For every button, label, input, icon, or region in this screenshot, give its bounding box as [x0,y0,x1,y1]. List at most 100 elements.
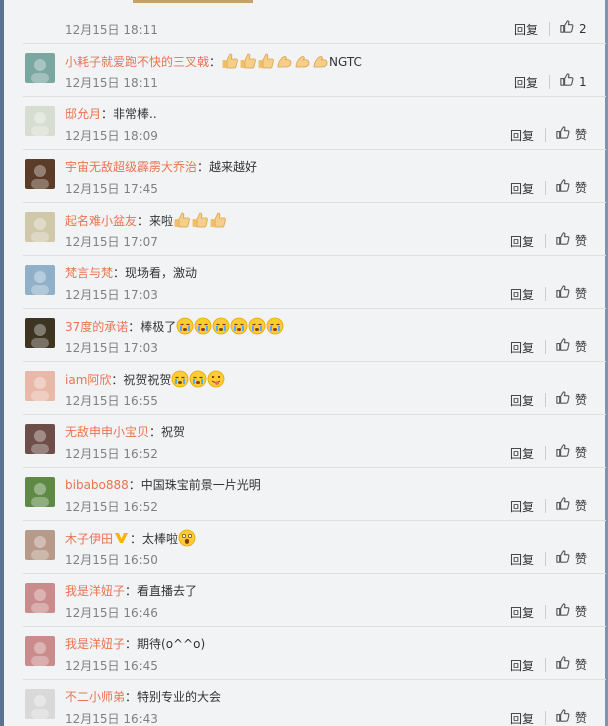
username-link[interactable]: iam阿欣 [65,373,111,387]
avatar[interactable] [25,318,55,348]
avatar[interactable] [25,371,55,401]
username-link[interactable]: bibabo888 [65,478,129,492]
reply-button[interactable]: 回复 [510,499,534,515]
avatar[interactable] [25,212,55,242]
username-link[interactable]: 小耗子就爱跑不快的三叉戟 [65,55,209,69]
comment-item: 宇宙无敌超级霹雳大乔治：越来越好 12月15日 17:45 回复 赞 [23,149,606,203]
reply-button[interactable]: 回复 [510,181,534,197]
action-divider [545,658,546,672]
reply-button[interactable]: 回复 [514,22,538,38]
reply-button[interactable]: 回复 [510,234,534,250]
username-link[interactable]: 邸允月 [65,107,101,121]
username-link[interactable]: 无敌申申小宝贝 [65,425,149,439]
comment-line: 邸允月：非常棒.. [65,105,157,123]
username-link[interactable]: 不二小师弟 [65,690,125,704]
action-divider [545,234,546,248]
like-count: 赞 [575,658,588,672]
comment-text: NGTC [329,55,362,69]
avatar[interactable] [25,53,55,83]
avatar[interactable] [25,265,55,295]
thumbs-up-icon [555,708,575,726]
username-link[interactable]: 我是洋妞子 [65,637,125,651]
username-link[interactable]: 37度的承诺 [65,320,128,334]
reply-button[interactable]: 回复 [510,552,534,568]
comment-line: 我是洋妞子：期待(o^^o) [65,635,205,653]
thumbs-up-icon [555,443,575,463]
thumbs-up-icon [555,390,575,410]
avatar[interactable] [25,159,55,189]
like-count: 赞 [575,393,588,407]
username-link[interactable]: 梵言与梵 [65,266,113,280]
comment-text: ：中国珠宝前景一片光明 [128,478,261,492]
reply-button[interactable]: 回复 [514,75,538,91]
comment-item: iam阿欣：祝贺祝贺 12月15日 16:55 回复 赞 [23,361,606,415]
comment-text: ：棒极了 [128,320,177,334]
comment-time: 12月15日 16:46 [65,606,158,620]
comment-text: ：现场看，激动 [113,266,198,280]
flex-arm-icon [275,55,293,69]
flex-arm-icon [311,55,329,69]
thumbs-up-icon [555,337,575,357]
like-button[interactable]: 赞 [555,126,587,144]
thumbs-up-icon [239,53,257,69]
like-count: 赞 [575,446,588,460]
like-button[interactable]: 赞 [555,232,587,250]
like-button[interactable]: 赞 [555,497,587,515]
comment-time: 12月15日 18:09 [65,129,158,143]
like-count: 赞 [575,181,588,195]
shock-face-icon [178,529,196,547]
like-button[interactable]: 赞 [555,709,587,726]
like-button[interactable]: 赞 [555,444,587,462]
comment-time: 12月15日 18:11 [65,23,158,37]
avatar[interactable] [25,583,55,613]
comment-time: 12月15日 16:52 [65,500,158,514]
comment-item: 我是洋妞子：期待(o^^o) 12月15日 16:45 回复 赞 [23,626,606,680]
like-count: 赞 [575,340,588,354]
thumbs-up-icon [555,602,575,622]
action-divider [545,446,546,460]
comment-item: 小耗子就爱跑不快的三叉戟： NGTC 12月15日 18:11 回复 1 [23,43,606,97]
like-button[interactable]: 赞 [555,179,587,197]
like-button[interactable]: 赞 [555,656,587,674]
comment-line: 无敌申申小宝贝：祝贺 [65,423,185,441]
comment-time: 12月15日 17:45 [65,182,158,196]
reply-button[interactable]: 回复 [510,658,534,674]
thumbs-up-icon [559,72,579,92]
reply-button[interactable]: 回复 [510,605,534,621]
like-button[interactable]: 赞 [555,550,587,568]
avatar[interactable] [25,424,55,454]
avatar[interactable] [25,689,55,719]
reply-button[interactable]: 回复 [510,393,534,409]
emoji-group [178,529,196,547]
thumbs-up-icon [173,212,191,228]
reply-button[interactable]: 回复 [510,287,534,303]
like-button[interactable]: 赞 [555,338,587,356]
comment-line: iam阿欣：祝贺祝贺 [65,370,225,389]
comment-line: 梵言与梵：现场看，激动 [65,264,197,282]
avatar[interactable] [25,106,55,136]
comment-item: 我是洋妞子：看直播去了 12月15日 16:46 回复 赞 [23,573,606,627]
reply-button[interactable]: 回复 [510,711,534,726]
reply-button[interactable]: 回复 [510,446,534,462]
username-link[interactable]: 宇宙无敌超级霹雳大乔治 [65,160,197,174]
like-button[interactable]: 1 [559,73,587,91]
tear-face-icon [248,317,266,335]
action-divider [545,711,546,725]
reply-button[interactable]: 回复 [510,340,534,356]
vip-v-badge-icon [113,532,130,546]
comment-item: 无敌申申小宝贝：祝贺 12月15日 16:52 回复 赞 [23,414,606,468]
like-button[interactable]: 赞 [555,285,587,303]
avatar[interactable] [25,477,55,507]
username-link[interactable]: 我是洋妞子 [65,584,125,598]
like-button[interactable]: 赞 [555,391,587,409]
comment-line: 37度的承诺：棒极了 [65,317,284,336]
avatar[interactable] [25,636,55,666]
username-link[interactable]: 起名难小盆友 [65,214,137,228]
username-link[interactable]: 木子伊田 [65,532,113,546]
reply-button[interactable]: 回复 [510,128,534,144]
tear-face-icon [212,317,230,335]
like-button[interactable]: 2 [559,20,587,38]
avatar[interactable] [25,530,55,560]
comment-line: 不二小师弟：特别专业的大会 [65,688,221,706]
like-button[interactable]: 赞 [555,603,587,621]
